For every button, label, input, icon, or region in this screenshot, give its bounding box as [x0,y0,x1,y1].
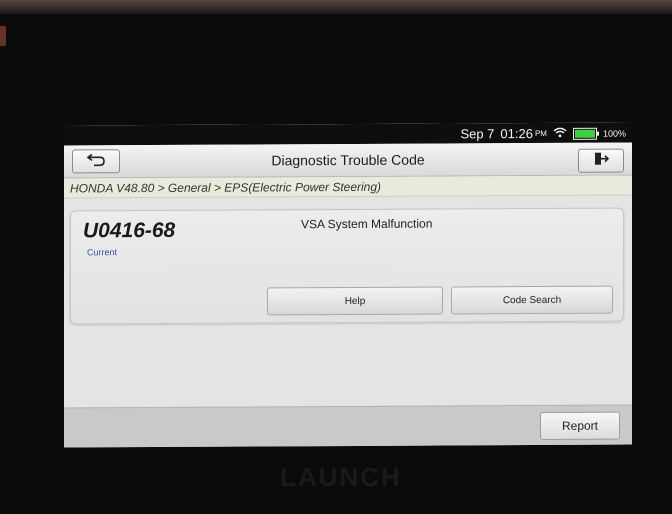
battery-icon [572,127,597,140]
page-title: Diagnostic Trouble Code [271,151,425,169]
exit-button[interactable] [578,148,624,173]
battery-percentage: 100% [602,128,626,139]
status-date: Sep 7 [460,126,495,142]
wifi-icon [553,126,567,141]
status-time: 01:26 [500,126,533,142]
dtc-card: U0416-68 Current VSA System Malfunction … [70,207,624,325]
help-button[interactable]: Help [267,286,443,316]
exit-door-icon [593,151,610,170]
device-bezel [0,0,672,14]
status-right: Sep 7 01:26 PM 100% [460,126,626,142]
device-screen: Sep 7 01:26 PM 100% Diagnostic Trouble C… [64,122,632,448]
device-brand-logo: LAUNCH [280,462,402,492]
bezel-reflection [0,26,6,46]
dtc-description: VSA System Malfunction [301,216,433,232]
title-bar: Diagnostic Trouble Code [64,142,632,179]
footer-bar: Report [64,404,632,448]
dtc-list: U0416-68 Current VSA System Malfunction … [64,195,632,408]
code-search-button[interactable]: Code Search [451,285,613,315]
dtc-code: U0416-68 [83,218,176,243]
status-ampm: PM [534,128,547,139]
report-button[interactable]: Report [540,411,620,440]
dtc-status: Current [87,247,118,258]
